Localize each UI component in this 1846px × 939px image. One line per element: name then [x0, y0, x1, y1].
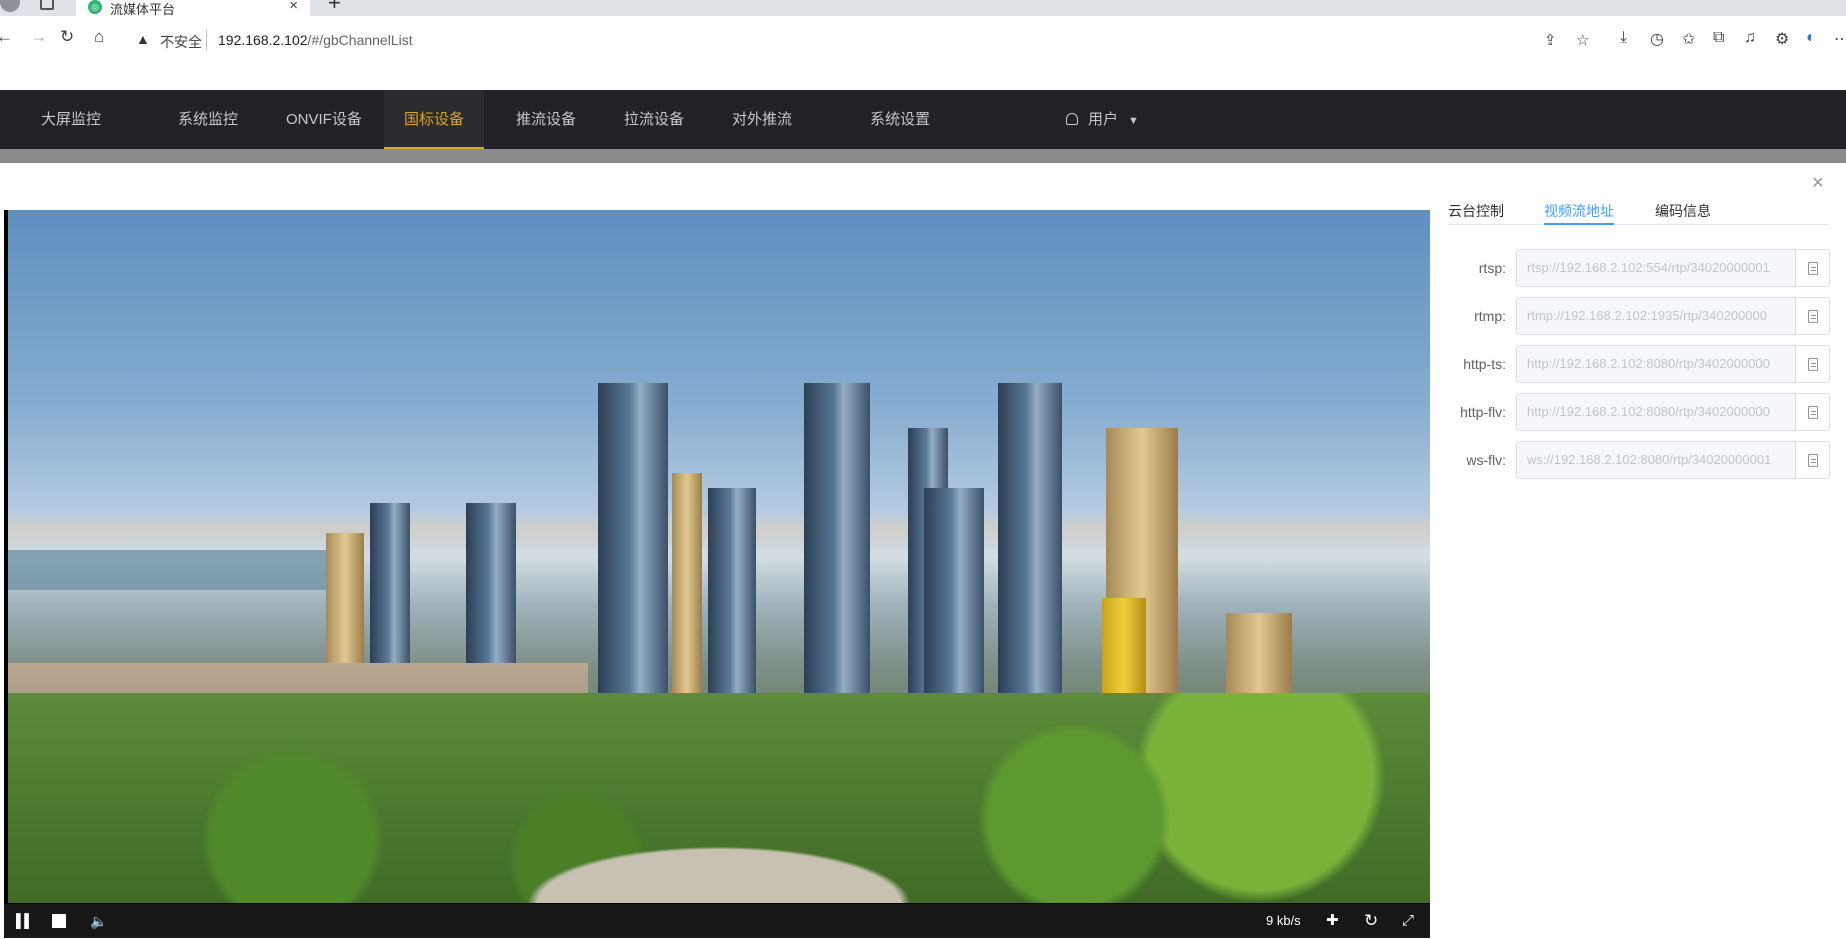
browser-tab-title: 流媒体平台: [110, 2, 176, 16]
nav-item-big-screen[interactable]: 大屏监控: [21, 90, 121, 149]
copy-button[interactable]: [1795, 345, 1830, 383]
app-top-nav: 大屏监控 系统监控 ONVIF设备 国标设备 推流设备 拉流设备 对外推流 系统…: [0, 90, 1846, 149]
fullscreen-icon[interactable]: ⤢: [1402, 904, 1414, 938]
nav-item-onvif[interactable]: ONVIF设备: [266, 90, 382, 149]
stream-url-field[interactable]: http://192.168.2.102:8080/rtp/3402000000: [1516, 393, 1796, 431]
user-label: 用户: [1088, 111, 1119, 128]
stream-row-http-ts: http-ts: http://192.168.2.102:8080/rtp/3…: [1448, 345, 1832, 383]
notifications-icon[interactable]: ♫: [1744, 29, 1756, 47]
scene-park: [8, 693, 1430, 903]
scene-building: [998, 383, 1062, 728]
download-icon[interactable]: ⤓: [1620, 29, 1627, 47]
home-icon[interactable]: ⌂: [94, 26, 104, 48]
scene-building: [672, 473, 702, 728]
browser-tabstrip: ◎ 流媒体平台 × +: [0, 0, 1846, 16]
stream-label: http-flv:: [1460, 404, 1506, 420]
modal-overlay-band: [0, 149, 1846, 163]
bookmark-star-icon[interactable]: ☆: [1576, 31, 1589, 49]
site-favicon-icon: ◎: [88, 0, 102, 14]
history-icon[interactable]: ◷: [1650, 29, 1664, 49]
reload-icon[interactable]: ↻: [60, 26, 74, 48]
stream-label: http-ts:: [1463, 356, 1506, 372]
copy-button[interactable]: [1795, 393, 1830, 431]
edge-icon[interactable]: ◐: [1806, 29, 1816, 47]
nav-item-settings[interactable]: 系统设置: [850, 90, 950, 149]
video-player[interactable]: ▌▌ 🔈 9 kb/s ✚ ↻ ⤢: [4, 210, 1430, 938]
stream-row-rtmp: rtmp: rtmp://192.168.2.102:1935/rtp/3402…: [1448, 297, 1832, 335]
nav-item-external-push[interactable]: 对外推流: [712, 90, 812, 149]
url-host: 192.168.2.102: [218, 32, 308, 48]
scene-building: [924, 488, 984, 728]
forward-icon[interactable]: →: [30, 26, 47, 48]
profile-avatar-icon[interactable]: [0, 0, 20, 12]
scene-water: [8, 550, 338, 590]
browser-toolbar: ← → ↻ ⌂ ▲ 不安全 192.168.2.102/#/gbChannelL…: [0, 16, 1846, 62]
tab-ptz-control[interactable]: 云台控制: [1448, 201, 1504, 225]
stream-row-http-flv: http-flv: http://192.168.2.102:8080/rtp/…: [1448, 393, 1832, 431]
scene-building: [598, 383, 668, 728]
favorites-icon[interactable]: ✩: [1682, 29, 1695, 49]
player-controls: ▌▌ 🔈 9 kb/s ✚ ↻ ⤢: [4, 904, 1430, 938]
share-icon[interactable]: ⇪: [1544, 31, 1557, 49]
user-menu[interactable]: 用户 ▼: [1066, 90, 1139, 149]
tab-close-icon[interactable]: ×: [289, 0, 298, 14]
stream-url-field[interactable]: http://192.168.2.102:8080/rtp/3402000000: [1516, 345, 1796, 383]
more-icon[interactable]: ⋯: [1834, 29, 1846, 49]
stream-url-field[interactable]: ws://192.168.2.102:8080/rtp/34020000001: [1516, 441, 1796, 479]
warning-icon[interactable]: ▲: [136, 31, 150, 47]
collections-icon[interactable]: ⧉: [1713, 29, 1724, 47]
dialog-close-icon[interactable]: ×: [1812, 173, 1824, 193]
stream-url-field[interactable]: rtmp://192.168.2.102:1935/rtp/340200000: [1516, 297, 1796, 335]
url-text[interactable]: 192.168.2.102/#/gbChannelList: [218, 32, 413, 48]
tab-codec-info[interactable]: 编码信息: [1655, 201, 1711, 225]
copy-document-icon: [1807, 358, 1818, 372]
copy-document-icon: [1807, 406, 1818, 420]
tab-stream-address[interactable]: 视频流地址: [1544, 201, 1614, 225]
copy-document-icon: [1807, 310, 1818, 324]
new-tab-button[interactable]: +: [328, 0, 341, 16]
pause-icon[interactable]: ▌▌: [16, 904, 33, 938]
url-path: /#/gbChannelList: [307, 32, 413, 48]
user-icon: [1066, 113, 1078, 125]
stream-label: ws-flv:: [1466, 452, 1506, 468]
insecure-label[interactable]: 不安全: [160, 32, 202, 52]
tab-actions-icon[interactable]: [40, 0, 54, 10]
copy-button[interactable]: [1795, 441, 1830, 479]
caret-down-icon: ▼: [1128, 115, 1139, 127]
stream-row-ws-flv: ws-flv: ws://192.168.2.102:8080/rtp/3402…: [1448, 441, 1832, 479]
copy-document-icon: [1807, 454, 1818, 468]
mute-icon[interactable]: 🔈: [90, 904, 107, 938]
address-bar[interactable]: ▲ 不安全 192.168.2.102/#/gbChannelList ⇪ ☆: [124, 25, 1604, 55]
nav-item-pull-devices[interactable]: 拉流设备: [604, 90, 704, 149]
nav-item-gb-devices[interactable]: 国标设备: [384, 90, 485, 149]
bitrate-readout: 9 kb/s: [1266, 913, 1301, 928]
screenshot-icon[interactable]: ✚: [1326, 904, 1339, 938]
dialog-tabs: 云台控制 视频流地址 编码信息: [1448, 201, 1828, 225]
scene-building: [708, 488, 756, 728]
video-frame: [8, 210, 1430, 903]
copy-document-icon: [1807, 262, 1818, 276]
refresh-icon[interactable]: ↻: [1364, 904, 1378, 938]
copy-button[interactable]: [1795, 297, 1830, 335]
stream-label: rtsp:: [1478, 260, 1506, 276]
stream-row-rtsp: rtsp: rtsp://192.168.2.102:554/rtp/34020…: [1448, 249, 1832, 287]
copy-button[interactable]: [1795, 249, 1830, 287]
extensions-icon[interactable]: ⚙: [1775, 29, 1789, 49]
stream-url-field[interactable]: rtsp://192.168.2.102:554/rtp/34020000001: [1516, 249, 1796, 287]
scene-building: [804, 383, 870, 728]
address-separator: [206, 30, 207, 50]
stop-icon[interactable]: [52, 914, 66, 928]
browser-tab[interactable]: ◎ 流媒体平台 ×: [76, 0, 310, 16]
page-gap: [0, 62, 1846, 90]
nav-item-system-monitor[interactable]: 系统监控: [158, 90, 258, 149]
back-icon[interactable]: ←: [0, 26, 13, 48]
stream-label: rtmp:: [1474, 308, 1506, 324]
channel-preview-dialog: × ▌▌ 🔈 9 kb/s ✚ ↻ ⤢ 云台控制 视频流地址 编码信息 rtsp…: [0, 163, 1846, 939]
nav-item-push-devices[interactable]: 推流设备: [496, 90, 596, 149]
